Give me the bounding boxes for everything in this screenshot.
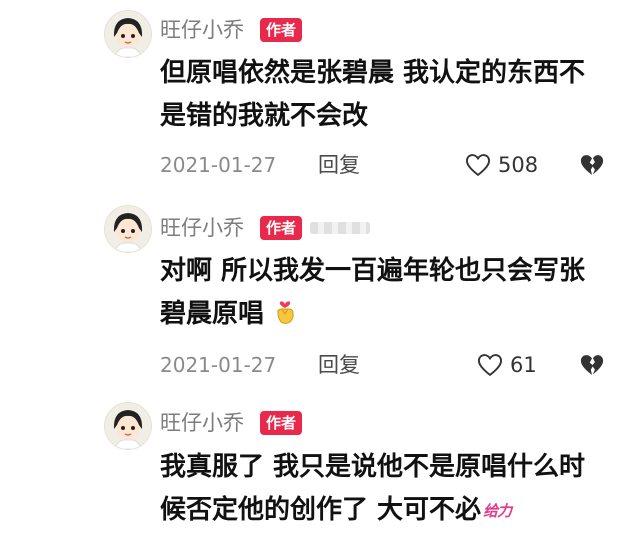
username[interactable]: 旺仔小乔 [160, 17, 244, 43]
avatar[interactable] [104, 10, 152, 58]
username[interactable]: 旺仔小乔 [160, 215, 244, 241]
broken-heart-icon[interactable] [578, 151, 606, 179]
author-badge: 作者 [260, 411, 303, 435]
avatar-girl-icon [113, 18, 143, 57]
author-badge: 作者 [260, 18, 303, 42]
geili-sticker: 给力 [483, 502, 512, 520]
like-count: 508 [498, 153, 539, 177]
avatar-girl-icon [113, 410, 143, 449]
avatar[interactable] [104, 402, 152, 450]
avatar[interactable] [104, 205, 152, 253]
comment-text: 对啊 所以我发一百遍年轮也只会写张碧晨原唱 [160, 250, 610, 336]
comment-date: 2021-01-27 [160, 153, 277, 177]
comment-date: 2021-01-27 [160, 353, 277, 377]
author-badge: 作者 [260, 216, 303, 240]
comment-text-content: 我真服了 我只是说他不是原唱什么时候否定他的创作了 大可不必 [160, 452, 586, 525]
avatar-girl-icon [113, 213, 143, 252]
blurred-region [310, 222, 370, 234]
comment-text: 但原唱依然是张碧晨 我认定的东西不是错的我就不会改 [160, 58, 586, 131]
heart-outline-icon [465, 154, 491, 177]
like-button[interactable]: 61 [476, 350, 537, 380]
reply-button[interactable]: 回复 [318, 352, 360, 378]
comment-text: 我真服了 我只是说他不是原唱什么时候否定他的创作了 大可不必 给力 [160, 446, 610, 533]
like-count: 61 [510, 353, 537, 377]
comment-text-content: 对啊 所以我发一百遍年轮也只会写张碧晨原唱 [160, 256, 586, 329]
reply-button[interactable]: 回复 [318, 152, 360, 178]
finger-heart-emoji [277, 301, 294, 324]
broken-heart-icon[interactable] [578, 351, 606, 379]
heart-outline-icon [477, 354, 503, 377]
like-button[interactable]: 508 [464, 150, 538, 180]
username[interactable]: 旺仔小乔 [160, 410, 244, 436]
